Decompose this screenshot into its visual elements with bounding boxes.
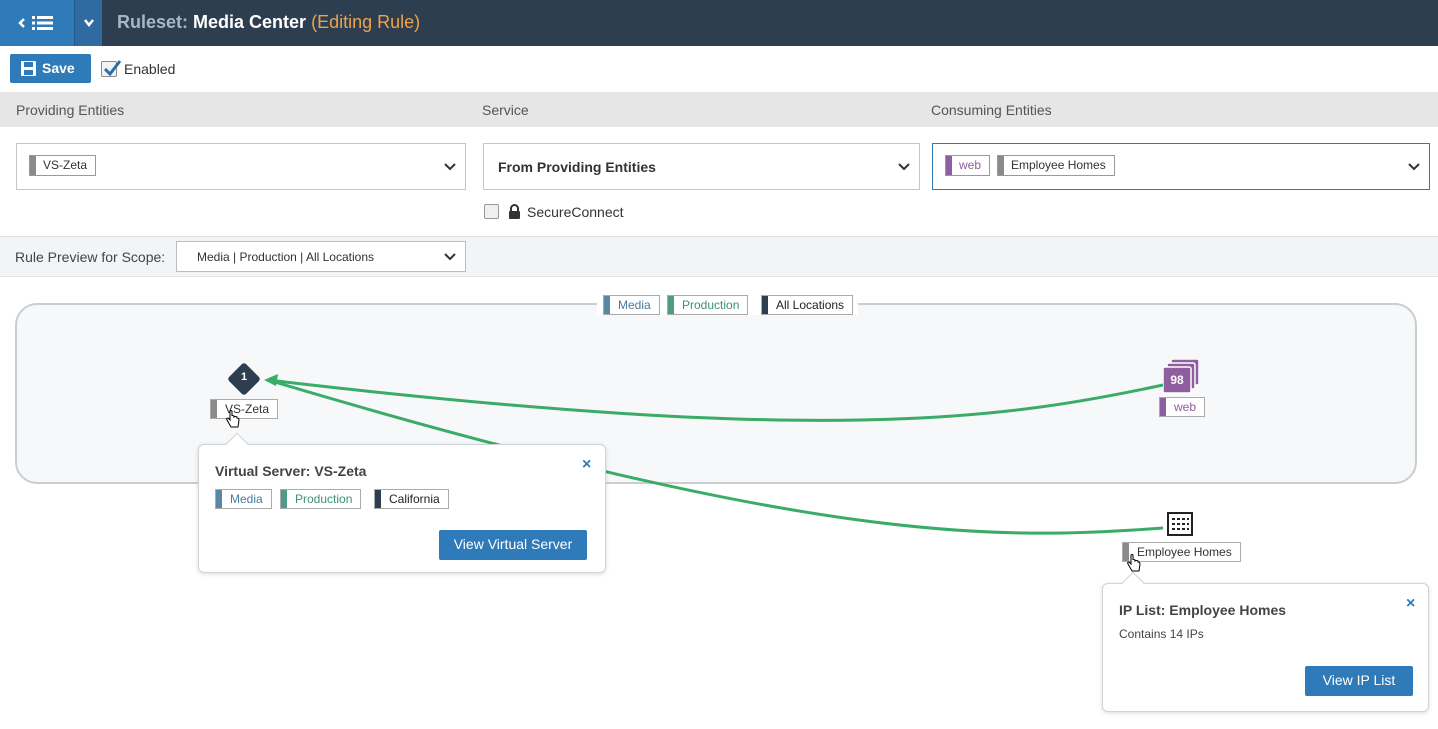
vs-label-production: Production (280, 489, 362, 509)
popover-title: IP List: Employee Homes (1119, 602, 1287, 618)
grid-icon (1172, 518, 1189, 530)
close-icon[interactable]: × (582, 456, 591, 474)
popover-title: Virtual Server: VS-Zeta (215, 463, 367, 479)
provider-node-label[interactable]: VS-Zeta (210, 399, 279, 419)
hand-cursor-icon (1127, 554, 1141, 572)
ip-list-icon[interactable] (1167, 512, 1193, 536)
group-node-label[interactable]: web (1159, 397, 1206, 417)
ip-count-text: Contains 14 IPs (1119, 627, 1204, 641)
group-node-count: 98 (1170, 373, 1184, 387)
vs-label-media: Media (215, 489, 272, 509)
provider-node-count: 1 (240, 371, 248, 383)
close-icon[interactable]: × (1406, 595, 1415, 613)
view-virtual-server-button[interactable]: View Virtual Server (439, 530, 587, 560)
vs-label-california: California (374, 489, 449, 509)
arrowhead-icon (264, 374, 278, 386)
virtual-server-popover: Virtual Server: VS-Zeta × Media Producti… (198, 432, 606, 573)
view-ip-list-button[interactable]: View IP List (1305, 666, 1413, 696)
rule-line-web (267, 378, 1164, 422)
ip-list-popover: IP List: Employee Homes × Contains 14 IP… (1102, 571, 1429, 712)
hand-cursor-icon (226, 410, 240, 428)
